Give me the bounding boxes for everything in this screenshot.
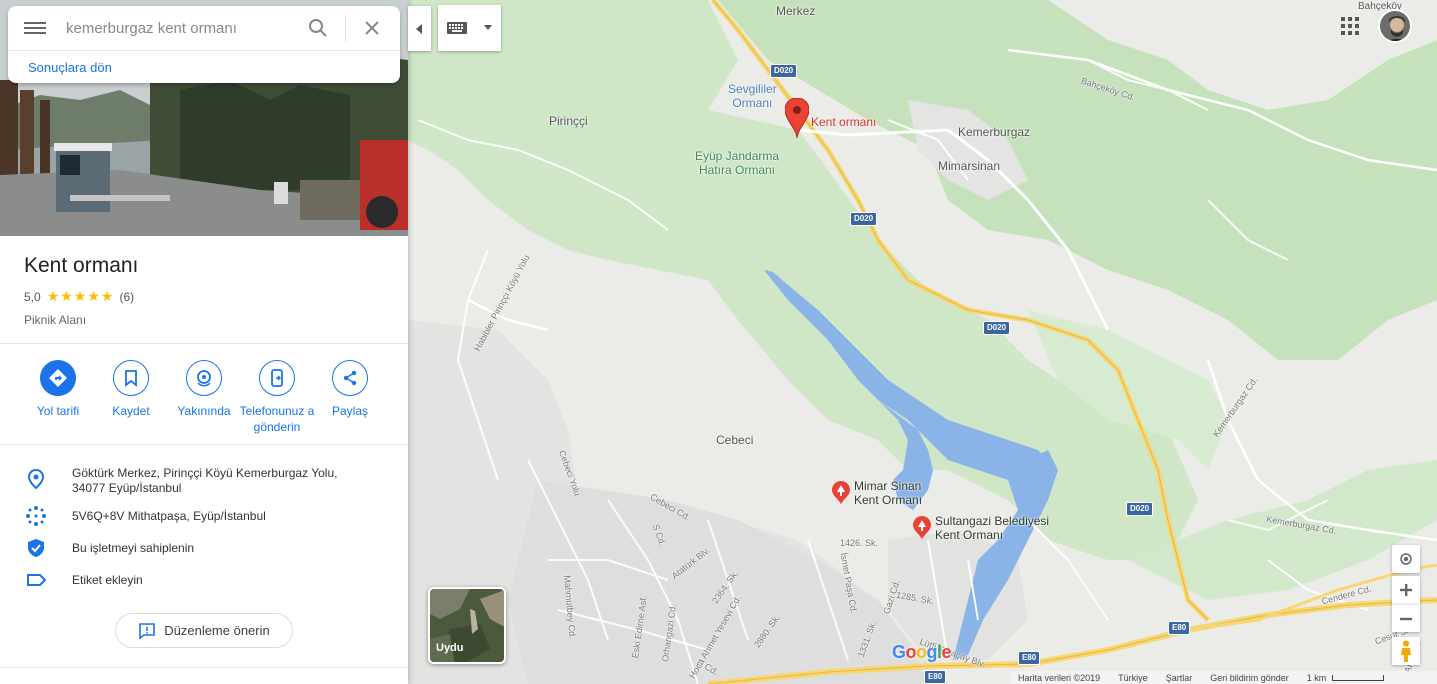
star-rating-icon: ★★★★★ bbox=[46, 288, 115, 304]
google-logo: Google bbox=[892, 642, 952, 662]
suggest-edit-button[interactable]: Düzenleme önerin bbox=[115, 613, 293, 648]
shield-icon bbox=[28, 539, 44, 557]
close-icon[interactable] bbox=[360, 16, 384, 40]
map-label-merkez: Merkez bbox=[776, 4, 816, 18]
park-pin-icon[interactable] bbox=[832, 481, 850, 505]
apps-grid-icon[interactable] bbox=[1340, 16, 1360, 36]
input-tools-button[interactable] bbox=[438, 5, 501, 51]
chevron-down-icon bbox=[484, 25, 492, 30]
avatar[interactable] bbox=[1378, 9, 1412, 43]
claim-business-text: Bu işletmeyi sahiplenin bbox=[72, 541, 195, 555]
map-data-attribution: Harita verileri ©2019 bbox=[1018, 672, 1101, 683]
map-canvas[interactable]: Merkez Pirinççi Sevgililer Ormanı Eyüp Ja… bbox=[408, 0, 1437, 684]
zoom-in-button[interactable] bbox=[1392, 576, 1420, 604]
search-input[interactable] bbox=[66, 16, 296, 40]
my-location-button[interactable] bbox=[1392, 545, 1420, 573]
review-count[interactable]: (6) bbox=[119, 290, 134, 304]
nearby-button[interactable]: Yakınında bbox=[164, 360, 244, 419]
road-badge-d020-1: D020 bbox=[770, 64, 798, 78]
bookmark-icon bbox=[113, 360, 149, 396]
save-button[interactable]: Kaydet bbox=[91, 360, 171, 419]
save-label: Kaydet bbox=[112, 404, 150, 418]
scale-label[interactable]: 1 km bbox=[1307, 673, 1327, 683]
poi-mimar-sinan[interactable]: Mimar Sinan Kent Ormanı bbox=[854, 479, 922, 507]
rating-value: 5,0 bbox=[24, 289, 41, 304]
map-label-cebeci: Cebeci bbox=[716, 433, 754, 447]
nearby-icon bbox=[186, 360, 222, 396]
directions-icon bbox=[40, 360, 76, 396]
search-divider bbox=[345, 15, 346, 42]
google-maps-window: Merkez Pirinççi Sevgililer Ormanı Eyüp Ja… bbox=[0, 0, 1437, 684]
divider bbox=[0, 343, 408, 344]
road-badge-d020-3: D020 bbox=[983, 321, 1011, 335]
plus-code-row[interactable]: 5V6Q+8V Mithatpaşa, Eyüp/İstanbul bbox=[0, 504, 408, 534]
collapse-panel-button[interactable] bbox=[408, 6, 431, 51]
pegman-icon bbox=[1401, 640, 1411, 662]
keyboard-icon bbox=[447, 22, 467, 34]
place-panel: Sonuçlara dön Kent ormanı 5,0 ★★★★★ (6) … bbox=[0, 0, 408, 684]
plus-icon bbox=[1400, 584, 1412, 596]
selected-place-pin-icon[interactable] bbox=[785, 98, 809, 140]
directions-button[interactable]: Yol tarifi bbox=[18, 360, 98, 419]
send-to-phone-label: Telefonunuz a gönderin bbox=[239, 404, 315, 434]
claim-business-row[interactable]: Bu işletmeyi sahiplenin bbox=[0, 536, 408, 566]
feedback-link[interactable]: Geri bildirim gönder bbox=[1210, 673, 1289, 683]
map-label-1426-sk: 1426. Sk. bbox=[840, 538, 879, 548]
my-location-icon bbox=[1400, 553, 1412, 565]
poi-sultangazi[interactable]: Sultangazi Belediyesi Kent Ormanı bbox=[935, 514, 1049, 542]
divider bbox=[0, 667, 408, 668]
plus-code-text: 5V6Q+8V Mithatpaşa, Eyüp/İstanbul bbox=[72, 509, 266, 523]
nearby-label: Yakınında bbox=[177, 404, 231, 418]
road-badge-e80-3: E80 bbox=[924, 670, 947, 684]
label-icon bbox=[27, 574, 47, 586]
road-badge-d020-4: D020 bbox=[1126, 502, 1154, 516]
search-icon[interactable] bbox=[306, 16, 330, 40]
add-label-row[interactable]: Etiket ekleyin bbox=[0, 568, 408, 598]
search-box: Sonuçlara dön bbox=[8, 6, 400, 83]
plus-code-icon bbox=[26, 506, 46, 526]
divider bbox=[0, 444, 408, 445]
minus-icon bbox=[1400, 617, 1412, 620]
map-footer: Harita verileri ©2019 Türkiye Şartlar Ge… bbox=[1010, 671, 1437, 684]
street-view-pegman-button[interactable] bbox=[1392, 637, 1420, 665]
map-label-pirincci: Pirinççi bbox=[549, 114, 588, 128]
satellite-layer-button[interactable]: Uydu bbox=[428, 587, 506, 664]
zoom-out-button[interactable] bbox=[1392, 604, 1420, 632]
feedback-icon bbox=[139, 622, 156, 640]
park-pin-icon[interactable] bbox=[913, 516, 931, 540]
menu-icon[interactable] bbox=[24, 19, 46, 37]
map-label-eyup-jandarma: Eyüp Jandarma Hatıra Ormanı bbox=[695, 149, 780, 177]
share-label: Paylaş bbox=[331, 404, 369, 418]
location-pin-icon bbox=[27, 468, 45, 490]
share-button[interactable]: Paylaş bbox=[310, 360, 390, 419]
road-badge-e80-1: E80 bbox=[1168, 621, 1191, 635]
satellite-label: Uydu bbox=[436, 642, 464, 654]
address-row[interactable]: Göktürk Merkez, Pirinççi Köyü Kemerburga… bbox=[0, 464, 408, 498]
scale-bar bbox=[1332, 674, 1385, 681]
map-label-sevgililer: Sevgililer Ormanı bbox=[728, 82, 777, 110]
directions-label: Yol tarifi bbox=[36, 404, 80, 418]
send-to-phone-button[interactable]: Telefonunuz a gönderin bbox=[237, 360, 317, 435]
country-link[interactable]: Türkiye bbox=[1118, 673, 1148, 683]
place-title: Kent ormanı bbox=[24, 254, 139, 277]
address-text: Göktürk Merkez, Pirinççi Köyü Kemerburga… bbox=[72, 466, 338, 495]
road-badge-e80-2: E80 bbox=[1018, 651, 1041, 665]
chevron-left-icon bbox=[415, 23, 422, 34]
map-label-mimarsinan: Mimarsinan bbox=[938, 159, 1001, 173]
share-icon bbox=[332, 360, 368, 396]
add-label-text: Etiket ekleyin bbox=[72, 573, 143, 587]
terms-link[interactable]: Şartlar bbox=[1166, 673, 1193, 683]
back-to-results-link[interactable]: Sonuçlara dön bbox=[28, 60, 112, 75]
send-to-phone-icon bbox=[259, 360, 295, 396]
selected-place-label[interactable]: Kent ormanı bbox=[811, 115, 876, 129]
map-label-kemerburgaz: Kemerburgaz bbox=[958, 125, 1031, 139]
road-badge-d020-2: D020 bbox=[850, 212, 878, 226]
place-category[interactable]: Piknik Alanı bbox=[24, 313, 86, 327]
suggest-edit-label: Düzenleme önerin bbox=[164, 623, 270, 638]
rating-row[interactable]: 5,0 ★★★★★ (6) bbox=[24, 288, 134, 305]
